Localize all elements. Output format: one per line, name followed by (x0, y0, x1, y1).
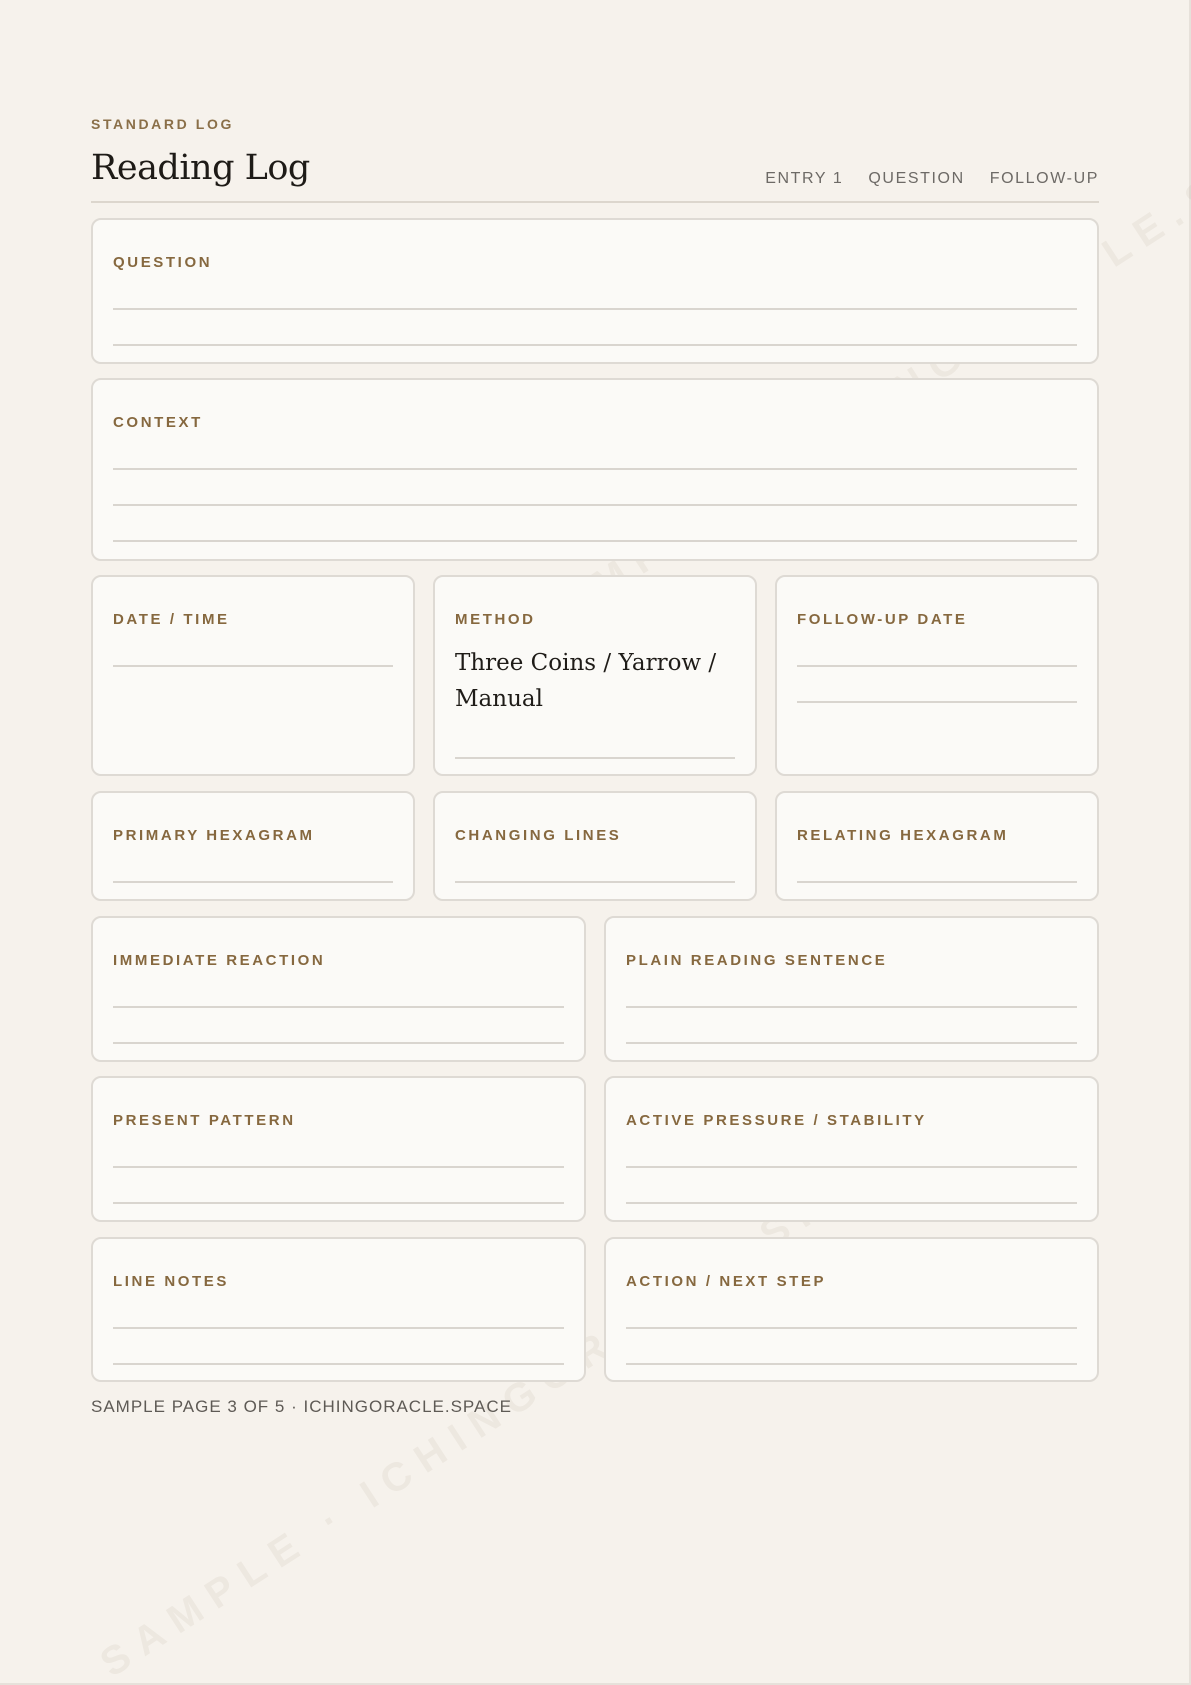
relating-hexagram-label: RELATING HEXAGRAM (797, 827, 1009, 844)
relating-hexagram-box[interactable]: RELATING HEXAGRAM (775, 791, 1099, 901)
writing-line (113, 344, 1077, 346)
present-pattern-box[interactable]: PRESENT PATTERN (91, 1076, 586, 1222)
writing-line (113, 540, 1077, 542)
date-time-box[interactable]: DATE / TIME (91, 575, 415, 776)
writing-line (626, 1363, 1077, 1365)
follow-up-date-box[interactable]: FOLLOW-UP DATE (775, 575, 1099, 776)
plain-reading-sentence-box[interactable]: PLAIN READING SENTENCE (604, 916, 1099, 1062)
date-time-label: DATE / TIME (113, 611, 230, 628)
question-label: QUESTION (113, 254, 213, 271)
writing-line (113, 468, 1077, 470)
writing-line (797, 665, 1077, 667)
context-label: CONTEXT (113, 414, 203, 431)
nav-question: QUESTION (868, 170, 965, 187)
writing-line (626, 1202, 1077, 1204)
writing-line (626, 1166, 1077, 1168)
writing-line (113, 1166, 564, 1168)
immediate-reaction-box[interactable]: IMMEDIATE REACTION (91, 916, 586, 1062)
writing-line (113, 1042, 564, 1044)
writing-line (797, 701, 1077, 703)
method-label: METHOD (455, 611, 536, 628)
context-box[interactable]: CONTEXT (91, 378, 1099, 561)
writing-line (113, 881, 393, 883)
question-box[interactable]: QUESTION (91, 218, 1099, 364)
writing-line (113, 1202, 564, 1204)
page-header: STANDARD LOG Reading Log ENTRY 1 QUESTIO… (91, 112, 1099, 203)
action-next-step-box[interactable]: ACTION / NEXT STEP (604, 1237, 1099, 1382)
primary-hexagram-box[interactable]: PRIMARY HEXAGRAM (91, 791, 415, 901)
line-notes-label: LINE NOTES (113, 1273, 230, 1290)
writing-line (626, 1006, 1077, 1008)
writing-line (626, 1327, 1077, 1329)
writing-line (113, 1327, 564, 1329)
active-pressure-stability-box[interactable]: ACTIVE PRESSURE / STABILITY (604, 1076, 1099, 1222)
primary-hexagram-label: PRIMARY HEXAGRAM (113, 827, 315, 844)
method-options: Three Coins / Yarrow / Manual (455, 650, 717, 712)
active-pressure-stability-label: ACTIVE PRESSURE / STABILITY (626, 1112, 927, 1129)
page-title: Reading Log (91, 148, 310, 188)
writing-line (113, 308, 1077, 310)
nav-entry: ENTRY 1 (765, 170, 844, 187)
writing-line (626, 1042, 1077, 1044)
present-pattern-label: PRESENT PATTERN (113, 1112, 296, 1129)
action-next-step-label: ACTION / NEXT STEP (626, 1273, 827, 1290)
writing-line (455, 757, 735, 759)
method-box[interactable]: METHOD Three Coins / Yarrow / Manual (433, 575, 757, 776)
header-nav: ENTRY 1 QUESTION FOLLOW-UP (765, 170, 1099, 188)
page-footer: SAMPLE PAGE 3 OF 5 · ICHINGORACLE.SPACE (91, 1397, 512, 1416)
writing-line (455, 881, 735, 883)
immediate-reaction-label: IMMEDIATE REACTION (113, 952, 326, 969)
writing-line (113, 665, 393, 667)
plain-reading-sentence-label: PLAIN READING SENTENCE (626, 952, 888, 969)
follow-up-date-label: FOLLOW-UP DATE (797, 611, 968, 628)
writing-line (797, 881, 1077, 883)
line-notes-box[interactable]: LINE NOTES (91, 1237, 586, 1382)
nav-follow-up: FOLLOW-UP (989, 170, 1099, 187)
writing-line (113, 1363, 564, 1365)
page-kicker: STANDARD LOG (91, 116, 234, 132)
changing-lines-box[interactable]: CHANGING LINES (433, 791, 757, 901)
changing-lines-label: CHANGING LINES (455, 827, 622, 844)
writing-line (113, 1006, 564, 1008)
writing-line (113, 504, 1077, 506)
